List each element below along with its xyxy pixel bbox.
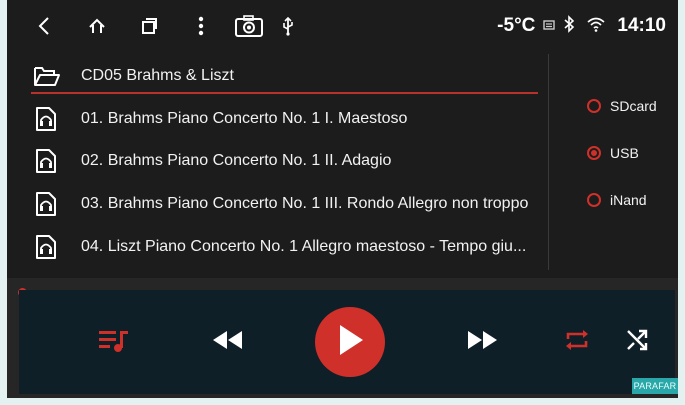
folder-underline (31, 92, 538, 94)
track-title: 04. Liszt Piano Concerto No. 1 Allegro m… (81, 238, 527, 255)
back-icon[interactable] (37, 14, 51, 38)
file-browser-list: CD05 Brahms & Liszt 01. Brahms Piano Con… (7, 52, 547, 270)
player-controls (19, 290, 675, 394)
track-row-4[interactable]: 04. Liszt Piano Concerto No. 1 Allegro m… (7, 226, 547, 268)
clock: 14:10 (617, 15, 666, 36)
wifi-icon (587, 16, 605, 37)
storage-label: USB (610, 145, 639, 161)
radio-icon (587, 193, 601, 207)
recent-apps-icon[interactable] (140, 14, 158, 38)
repeat-button[interactable] (564, 329, 590, 355)
repeat-icon (565, 328, 589, 357)
track-title: 01. Brahms Piano Concerto No. 1 I. Maest… (81, 110, 408, 127)
usb-icon (282, 14, 294, 38)
fast-forward-icon (466, 329, 500, 356)
radio-icon (587, 99, 601, 113)
audio-file-icon (35, 191, 57, 217)
playlist-button[interactable] (97, 328, 131, 358)
head-unit-screen: -5°C 14:10 CD05 Brahms & Liszt 01. Brahm… (7, 0, 678, 398)
status-indicators: -5°C 14:10 (497, 12, 666, 40)
status-bar: -5°C 14:10 (7, 0, 678, 52)
track-row-1[interactable]: 01. Brahms Piano Concerto No. 1 I. Maest… (7, 98, 547, 140)
panel-divider (548, 54, 549, 270)
shuffle-button[interactable] (624, 329, 650, 355)
track-row-3[interactable]: 03. Brahms Piano Concerto No. 1 III. Ron… (7, 183, 547, 225)
fast-forward-button[interactable] (465, 328, 501, 356)
open-folder-icon (33, 64, 61, 88)
weather-icon (543, 17, 556, 35)
audio-file-icon (35, 148, 57, 174)
play-icon (335, 323, 365, 362)
audio-file-icon (35, 234, 57, 260)
home-icon[interactable] (87, 14, 107, 38)
storage-option-sdcard[interactable]: SDcard (587, 95, 657, 117)
rewind-icon (210, 329, 244, 356)
player-panel (7, 278, 678, 398)
storage-label: iNand (610, 192, 647, 208)
storage-option-usb[interactable]: USB (587, 142, 639, 164)
audio-file-icon (35, 106, 57, 132)
folder-row[interactable]: CD05 Brahms & Liszt (7, 55, 547, 97)
playlist-icon (98, 328, 130, 359)
track-row-2[interactable]: 02. Brahms Piano Concerto No. 1 II. Adag… (7, 140, 547, 182)
storage-selector: SDcard USB iNand (555, 52, 678, 270)
track-title: 03. Brahms Piano Concerto No. 1 III. Ron… (81, 195, 529, 212)
temperature-readout: -5°C (497, 15, 536, 36)
menu-dots-icon[interactable] (197, 14, 205, 38)
shuffle-icon (625, 328, 649, 357)
storage-option-inand[interactable]: iNand (587, 189, 647, 211)
bluetooth-icon (563, 14, 575, 38)
radio-selected-icon (587, 146, 601, 160)
screenshot-camera-icon[interactable] (233, 14, 265, 38)
play-button[interactable] (315, 307, 385, 377)
storage-label: SDcard (610, 98, 657, 114)
track-title: 02. Brahms Piano Concerto No. 1 II. Adag… (81, 152, 392, 169)
rewind-button[interactable] (209, 328, 245, 356)
folder-name: CD05 Brahms & Liszt (81, 67, 234, 84)
watermark: PARAFAR (632, 378, 678, 394)
